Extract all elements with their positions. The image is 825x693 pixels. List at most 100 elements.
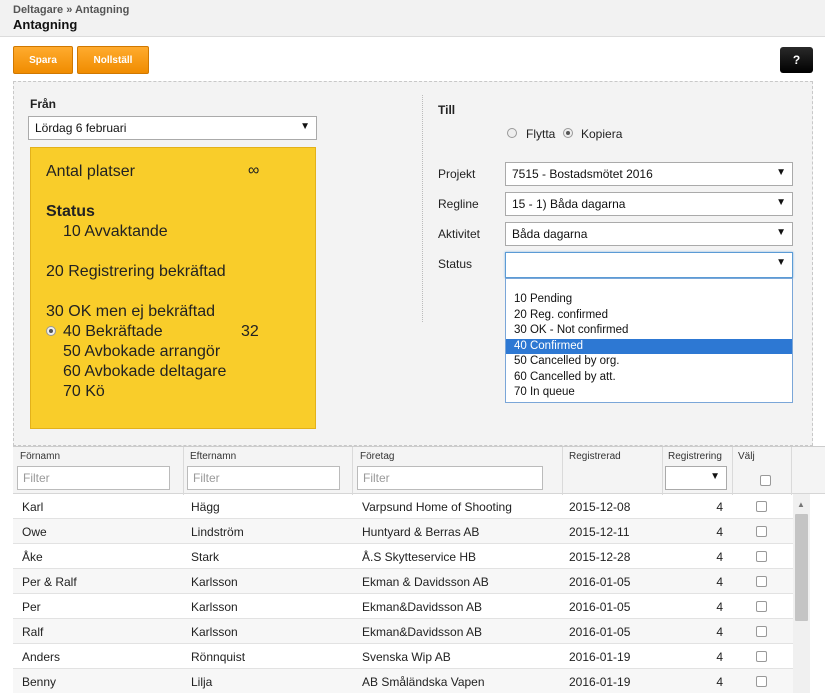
table-scrollbar[interactable]: ▲ [793, 494, 810, 693]
regline-select[interactable]: 15 - 1) Båda dagarna ▼ [505, 192, 793, 216]
company-cell: Å.S Skytteservice HB [362, 550, 477, 564]
status-select[interactable]: ▼ [505, 252, 793, 278]
to-label: Till [438, 103, 456, 117]
firstname-cell: Åke [22, 550, 43, 564]
status-40-radio[interactable] [46, 326, 56, 336]
participants-table-body: Karl Hägg Varpsund Home of Shooting 2015… [13, 494, 793, 693]
status-label: Status [438, 257, 473, 271]
chevron-down-icon: ▼ [776, 167, 786, 178]
help-button[interactable]: ? [780, 47, 813, 73]
column-separator [791, 447, 792, 495]
select-all-checkbox[interactable] [760, 475, 771, 486]
registered-cell: 2015-12-11 [569, 525, 630, 539]
status-summary-box: Antal platser ∞ Status 10 Avvaktande 20 … [30, 147, 316, 429]
scroll-thumb[interactable] [795, 514, 808, 621]
scroll-up-arrow-icon[interactable]: ▲ [797, 500, 805, 509]
status-item-40[interactable]: 40 Bekräftade [63, 323, 163, 341]
breadcrumb[interactable]: Deltagare » Antagning [13, 4, 129, 16]
row-checkbox[interactable] [756, 526, 767, 537]
column-separator [662, 447, 663, 495]
company-cell: Svenska Wip AB [362, 650, 451, 664]
registration-cell: 4 [716, 500, 723, 514]
registered-cell: 2015-12-08 [569, 500, 631, 514]
company-cell: Ekman & Davidsson AB [362, 575, 489, 589]
registered-cell: 2016-01-05 [569, 575, 631, 589]
row-checkbox[interactable] [756, 501, 767, 512]
status-item-10: 10 Avvaktande [63, 223, 168, 240]
chevron-down-icon: ▼ [776, 257, 786, 268]
registration-filter-select[interactable]: ▼ [665, 466, 727, 490]
table-row[interactable]: Per Karlsson Ekman&Davidsson AB 2016-01-… [13, 594, 793, 619]
firstname-cell: Per [22, 600, 41, 614]
status-item-30: 30 OK men ej bekräftad [46, 303, 215, 320]
firstname-cell: Benny [22, 675, 57, 689]
save-button[interactable]: Spara [13, 46, 73, 74]
row-checkbox[interactable] [756, 626, 767, 637]
registration-cell: 4 [716, 550, 723, 564]
registration-cell: 4 [716, 600, 723, 614]
lastname-cell: Rönnquist [191, 650, 246, 664]
column-header-registration[interactable]: Registrering [668, 451, 722, 462]
column-separator [562, 447, 563, 495]
table-row[interactable]: Per & Ralf Karlsson Ekman & Davidsson AB… [13, 569, 793, 594]
status-option[interactable]: 30 OK - Not confirmed [506, 323, 792, 339]
column-header-firstname[interactable]: Förnamn [20, 451, 60, 462]
table-row[interactable]: Åke Stark Å.S Skytteservice HB 2015-12-2… [13, 544, 793, 569]
status-option[interactable]: 50 Cancelled by org. [506, 354, 792, 370]
status-option-highlighted[interactable]: 40 Confirmed [506, 338, 792, 354]
from-date-value: Lördag 6 februari [35, 121, 127, 135]
column-header-lastname[interactable]: Efternamn [190, 451, 236, 462]
regline-label: Regline [438, 197, 479, 211]
status-dropdown-list: 10 Pending 20 Reg. confirmed 30 OK - Not… [505, 278, 793, 403]
status-option[interactable]: 10 Pending [506, 292, 792, 308]
row-checkbox[interactable] [756, 651, 767, 662]
status-heading: Status [46, 203, 95, 220]
activity-select[interactable]: Båda dagarna ▼ [505, 222, 793, 246]
project-select[interactable]: 7515 - Bostadsmötet 2016 ▼ [505, 162, 793, 186]
row-checkbox[interactable] [756, 551, 767, 562]
table-row[interactable]: Benny Lilja AB Småländska Vapen 2016-01-… [13, 669, 793, 693]
lastname-cell: Karlsson [191, 625, 238, 639]
registered-cell: 2016-01-05 [569, 625, 631, 639]
status-option[interactable]: 20 Reg. confirmed [506, 308, 792, 324]
copy-label[interactable]: Kopiera [581, 127, 622, 141]
lastname-filter-input[interactable]: Filter [187, 466, 340, 490]
registration-cell: 4 [716, 575, 723, 589]
table-row[interactable]: Ralf Karlsson Ekman&Davidsson AB 2016-01… [13, 619, 793, 644]
move-label[interactable]: Flytta [526, 127, 555, 141]
company-cell: Huntyard & Berras AB [362, 525, 480, 539]
lastname-cell: Karlsson [191, 575, 238, 589]
company-cell: Varpsund Home of Shooting [362, 500, 512, 514]
status-option[interactable]: 60 Cancelled by att. [506, 370, 792, 386]
seats-label: Antal platser [46, 163, 135, 180]
column-header-company[interactable]: Företag [360, 451, 394, 462]
row-checkbox[interactable] [756, 576, 767, 587]
status-item-70: 70 Kö [63, 383, 105, 400]
firstname-cell: Owe [22, 525, 47, 539]
table-row[interactable]: Karl Hägg Varpsund Home of Shooting 2015… [13, 494, 793, 519]
company-filter-input[interactable]: Filter [357, 466, 543, 490]
copy-radio[interactable] [563, 128, 573, 138]
company-cell: Ekman&Davidsson AB [362, 625, 483, 639]
lastname-cell: Lilja [191, 675, 213, 689]
regline-value: 15 - 1) Båda dagarna [512, 197, 626, 211]
column-divider [422, 95, 423, 322]
page-header: Deltagare » Antagning Antagning [0, 0, 825, 37]
column-header-registered[interactable]: Registrerad [569, 451, 621, 462]
row-checkbox[interactable] [756, 676, 767, 687]
activity-value: Båda dagarna [512, 227, 588, 241]
status-item-20: 20 Registrering bekräftad [46, 263, 226, 280]
registration-cell: 4 [716, 625, 723, 639]
table-row[interactable]: Owe Lindström Huntyard & Berras AB 2015-… [13, 519, 793, 544]
status-40-count: 32 [241, 323, 259, 340]
table-row[interactable]: Anders Rönnquist Svenska Wip AB 2016-01-… [13, 644, 793, 669]
registration-cell: 4 [716, 525, 723, 539]
reset-button[interactable]: Nollställ [77, 46, 149, 74]
row-checkbox[interactable] [756, 601, 767, 612]
firstname-filter-input[interactable]: Filter [17, 466, 170, 490]
status-option[interactable]: 70 In queue [506, 385, 792, 401]
move-radio[interactable] [507, 128, 517, 138]
lastname-cell: Karlsson [191, 600, 238, 614]
from-date-select[interactable]: Lördag 6 februari ▼ [28, 116, 317, 140]
status-item-50: 50 Avbokade arrangör [63, 343, 221, 360]
